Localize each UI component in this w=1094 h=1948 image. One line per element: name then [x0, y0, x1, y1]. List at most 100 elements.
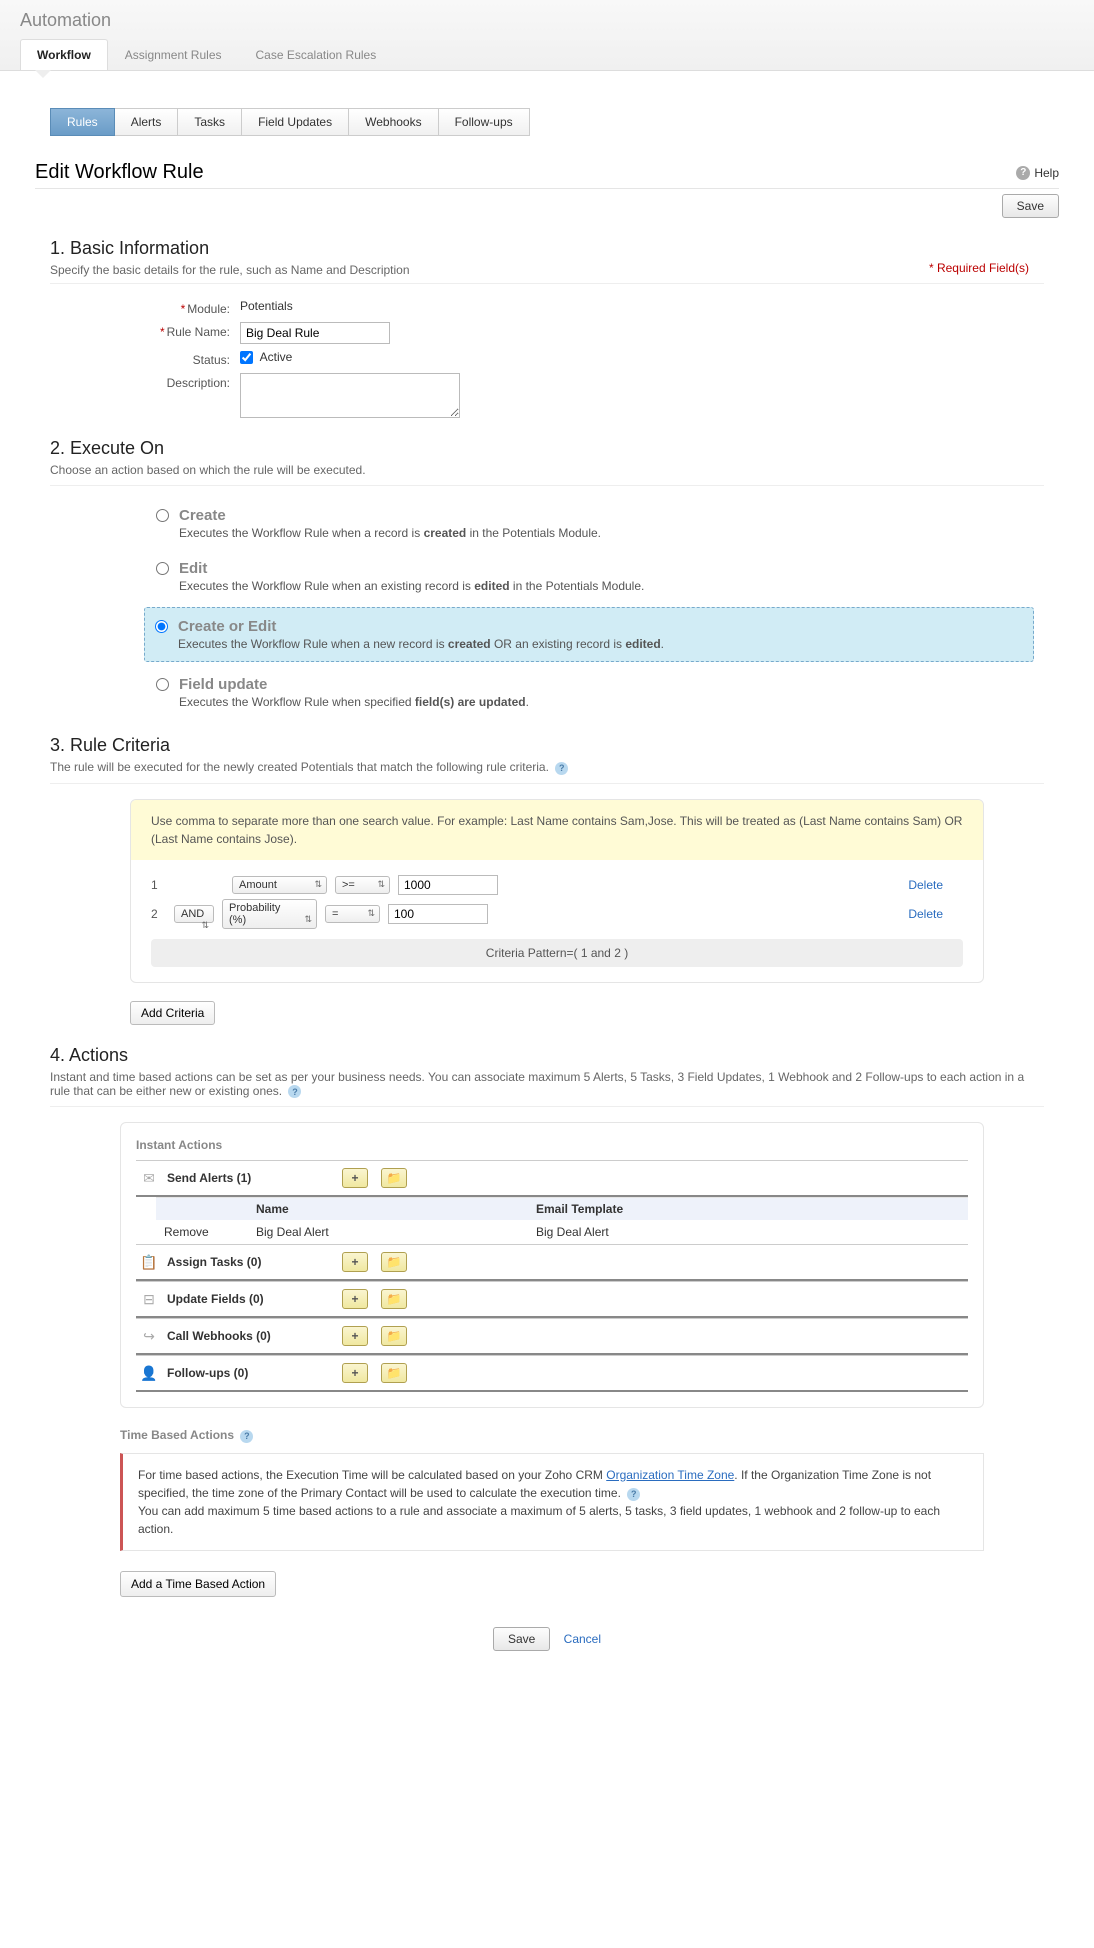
- remove-link[interactable]: Remove: [156, 1225, 256, 1239]
- update-fields-label: Update Fields (0): [167, 1292, 332, 1306]
- active-tab-arrow: [35, 70, 51, 78]
- table-col-name: Name: [256, 1202, 536, 1216]
- clipboard-icon: 📋: [141, 1255, 157, 1269]
- sub-tab-followups[interactable]: Follow-ups: [439, 108, 530, 136]
- exec-radio-create-or-edit[interactable]: [155, 620, 168, 633]
- alert-template: Big Deal Alert: [536, 1225, 609, 1239]
- add-button[interactable]: +: [342, 1252, 368, 1272]
- add-button[interactable]: +: [342, 1289, 368, 1309]
- sub-tab-field-updates[interactable]: Field Updates: [242, 108, 349, 136]
- tab-case-escalation[interactable]: Case Escalation Rules: [239, 39, 394, 70]
- add-button[interactable]: +: [342, 1168, 368, 1188]
- send-alerts-row: ✉ Send Alerts (1) + 📁: [136, 1160, 968, 1197]
- sub-tabs: Rules Alerts Tasks Field Updates Webhook…: [50, 108, 1074, 136]
- operator-select[interactable]: =: [325, 905, 380, 923]
- add-button[interactable]: +: [342, 1363, 368, 1383]
- sub-tab-rules[interactable]: Rules: [50, 108, 115, 136]
- help-label: Help: [1034, 166, 1059, 180]
- exec-radio-create[interactable]: [156, 509, 169, 522]
- criteria-num: 1: [151, 878, 166, 892]
- tab-assignment-rules[interactable]: Assignment Rules: [108, 39, 239, 70]
- sub-tab-webhooks[interactable]: Webhooks: [349, 108, 438, 136]
- alerts-table: Name Email Template Remove Big Deal Aler…: [156, 1197, 968, 1244]
- exec-radio-edit[interactable]: [156, 562, 169, 575]
- divider: [50, 1106, 1044, 1107]
- rule-name-label: *Rule Name:: [50, 322, 240, 339]
- exec-option-edit[interactable]: Edit Executes the Workflow Rule when an …: [150, 554, 1044, 599]
- automation-title: Automation: [20, 10, 1074, 31]
- org-timezone-link[interactable]: Organization Time Zone: [606, 1468, 734, 1482]
- field-select[interactable]: Probability (%): [222, 899, 317, 929]
- sub-tab-alerts[interactable]: Alerts: [115, 108, 179, 136]
- add-criteria-button[interactable]: Add Criteria: [130, 1001, 215, 1025]
- assign-tasks-label: Assign Tasks (0): [167, 1255, 332, 1269]
- exec-desc-create: Executes the Workflow Rule when a record…: [179, 526, 601, 540]
- cancel-link[interactable]: Cancel: [564, 1632, 601, 1646]
- save-button-top[interactable]: Save: [1002, 194, 1059, 218]
- info-icon[interactable]: ?: [555, 762, 568, 775]
- add-time-based-action-button[interactable]: Add a Time Based Action: [120, 1571, 276, 1597]
- table-col-template: Email Template: [536, 1202, 623, 1216]
- info-icon[interactable]: ?: [288, 1085, 301, 1098]
- actions-title: 4. Actions: [50, 1045, 1044, 1066]
- webhook-icon: ↪: [141, 1329, 157, 1343]
- instant-actions-title: Instant Actions: [136, 1138, 968, 1152]
- browse-button[interactable]: 📁: [381, 1168, 407, 1188]
- time-based-note: For time based actions, the Execution Ti…: [120, 1453, 984, 1551]
- rule-name-input[interactable]: [240, 322, 390, 344]
- followups-label: Follow-ups (0): [167, 1366, 332, 1380]
- status-label: Status:: [50, 350, 240, 367]
- browse-button[interactable]: 📁: [381, 1289, 407, 1309]
- save-button-bottom[interactable]: Save: [493, 1627, 550, 1651]
- module-value: Potentials: [240, 299, 293, 313]
- exec-option-create-or-edit[interactable]: Create or Edit Executes the Workflow Rul…: [144, 607, 1034, 662]
- info-icon[interactable]: ?: [240, 1430, 253, 1443]
- basic-title: 1. Basic Information: [50, 238, 1044, 259]
- delete-criteria-link[interactable]: Delete: [908, 878, 943, 892]
- divider: [50, 783, 1044, 784]
- instant-actions-panel: Instant Actions ✉ Send Alerts (1) + 📁 Na…: [120, 1122, 984, 1408]
- browse-button[interactable]: 📁: [381, 1326, 407, 1346]
- tab-workflow[interactable]: Workflow: [20, 39, 108, 70]
- exec-desc-create-or-edit: Executes the Workflow Rule when a new re…: [178, 637, 664, 651]
- criteria-value-input[interactable]: [398, 875, 498, 895]
- help-link[interactable]: ? Help: [1016, 166, 1059, 180]
- criteria-box: Use comma to separate more than one sear…: [130, 799, 984, 983]
- criteria-row-1: 1 Amount >= Delete: [151, 875, 963, 895]
- alert-name: Big Deal Alert: [256, 1225, 536, 1239]
- divider: [50, 283, 1044, 284]
- execute-sub: Choose an action based on which the rule…: [50, 463, 1044, 477]
- sub-tab-tasks[interactable]: Tasks: [178, 108, 242, 136]
- actions-sub: Instant and time based actions can be se…: [50, 1070, 1044, 1099]
- delete-criteria-link[interactable]: Delete: [908, 907, 943, 921]
- browse-button[interactable]: 📁: [381, 1363, 407, 1383]
- mail-icon: ✉: [141, 1171, 157, 1185]
- time-based-title: Time Based Actions: [120, 1428, 234, 1442]
- info-icon[interactable]: ?: [627, 1488, 640, 1501]
- status-checkbox[interactable]: [240, 351, 253, 364]
- exec-radio-field-update[interactable]: [156, 678, 169, 691]
- operator-select[interactable]: >=: [335, 876, 390, 894]
- exec-option-create[interactable]: Create Executes the Workflow Rule when a…: [150, 501, 1044, 546]
- logic-select[interactable]: AND: [174, 905, 214, 923]
- exec-option-field-update[interactable]: Field update Executes the Workflow Rule …: [150, 670, 1044, 715]
- followups-row: 👤 Follow-ups (0) + 📁: [136, 1355, 968, 1392]
- assign-tasks-row: 📋 Assign Tasks (0) + 📁: [136, 1244, 968, 1281]
- exec-label-edit: Edit: [179, 560, 644, 577]
- page-title: Edit Workflow Rule: [35, 161, 204, 184]
- exec-desc-field-update: Executes the Workflow Rule when specifie…: [179, 695, 529, 709]
- criteria-sub: The rule will be executed for the newly …: [50, 760, 1044, 775]
- execute-title: 2. Execute On: [50, 438, 1044, 459]
- criteria-row-2: 2 AND Probability (%) = Delete: [151, 899, 963, 929]
- divider: [50, 485, 1044, 486]
- status-value: Active: [260, 350, 293, 364]
- criteria-pattern: Criteria Pattern=( 1 and 2 ): [151, 939, 963, 967]
- browse-button[interactable]: 📁: [381, 1252, 407, 1272]
- description-textarea[interactable]: [240, 373, 460, 418]
- call-webhooks-label: Call Webhooks (0): [167, 1329, 332, 1343]
- criteria-value-input[interactable]: [388, 904, 488, 924]
- exec-label-field-update: Field update: [179, 676, 529, 693]
- field-select[interactable]: Amount: [232, 876, 327, 894]
- exec-desc-edit: Executes the Workflow Rule when an exist…: [179, 579, 644, 593]
- add-button[interactable]: +: [342, 1326, 368, 1346]
